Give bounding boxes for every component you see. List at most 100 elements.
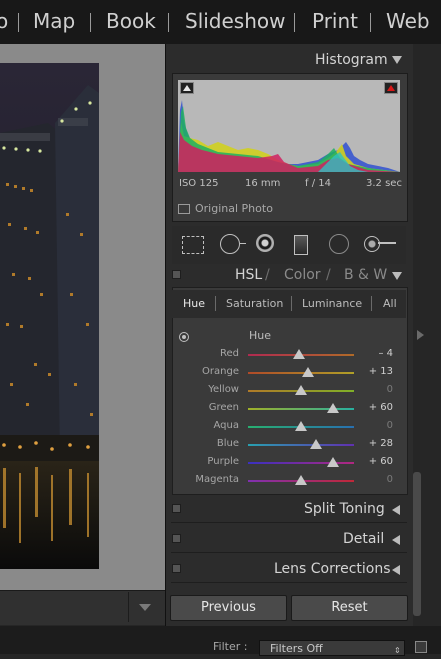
hue-slider-thumb-blue[interactable] xyxy=(309,439,322,449)
slider-label: Green xyxy=(208,402,239,413)
module-separator xyxy=(18,13,19,32)
hsl-tab[interactable]: HSL xyxy=(235,267,262,283)
photo-preview-area xyxy=(0,44,165,590)
detail-header[interactable]: Detail xyxy=(168,526,411,554)
expand-triangle-icon[interactable] xyxy=(392,565,400,575)
crop-overlay-icon[interactable] xyxy=(182,236,204,254)
graduated-filter-icon[interactable] xyxy=(294,235,308,255)
spot-removal-icon[interactable] xyxy=(220,234,246,254)
slider-value[interactable]: 0 xyxy=(348,420,393,431)
hue-slider-thumb-aqua[interactable] xyxy=(295,421,307,431)
hue-slider-thumb-orange[interactable] xyxy=(301,367,314,377)
expand-triangle-icon[interactable] xyxy=(392,535,400,545)
bw-tab[interactable]: B & W xyxy=(344,267,387,283)
tab-separator xyxy=(371,296,372,311)
color-tab[interactable]: Color xyxy=(284,267,321,283)
hue-slider-thumb-green[interactable] xyxy=(326,403,339,413)
slider-value[interactable]: + 28 xyxy=(348,438,393,449)
expand-panel-arrow-icon[interactable] xyxy=(417,330,424,340)
panel-toggle-icon[interactable] xyxy=(172,270,181,279)
panel-toggle-icon[interactable] xyxy=(172,504,181,513)
histogram-graph xyxy=(178,80,400,172)
hue-slider-track-blue[interactable] xyxy=(248,444,354,446)
histogram-title[interactable]: Histogram xyxy=(315,52,388,68)
tab-separator xyxy=(215,296,216,311)
filter-label: Filter : xyxy=(213,640,248,653)
slider-value[interactable]: + 13 xyxy=(348,366,393,377)
focal-length: 16 mm xyxy=(245,178,281,189)
module-slideshow[interactable]: Slideshow xyxy=(185,9,286,33)
module-separator xyxy=(370,13,371,32)
slider-label: Yellow xyxy=(208,384,239,395)
shadow-clipping-icon xyxy=(183,85,191,91)
radial-filter-icon[interactable] xyxy=(329,234,349,254)
tab-separator xyxy=(291,296,292,311)
reset-button[interactable]: Reset xyxy=(291,595,408,621)
header-slash: / xyxy=(265,267,270,283)
aperture-value: f / 14 xyxy=(305,178,331,189)
hue-slider-thumb-purple[interactable] xyxy=(326,457,339,467)
hue-slider-thumb-yellow[interactable] xyxy=(295,385,307,395)
module-print[interactable]: Print xyxy=(312,9,358,33)
module-separator xyxy=(90,13,91,32)
filter-value: Filters Off xyxy=(270,642,323,655)
slider-value[interactable]: + 60 xyxy=(348,456,393,467)
hue-slider-thumb-magenta[interactable] xyxy=(295,475,307,485)
module-book[interactable]: Book xyxy=(106,9,156,33)
original-photo-checkbox[interactable] xyxy=(178,204,190,214)
module-develop-cut[interactable]: o xyxy=(0,9,8,33)
slider-label: Red xyxy=(220,348,239,359)
slider-label: Purple xyxy=(207,456,239,467)
panel-divider xyxy=(171,582,407,583)
split-toning-header[interactable]: Split Toning xyxy=(168,496,411,524)
module-web[interactable]: Web xyxy=(386,9,430,33)
targeted-adjustment-icon[interactable] xyxy=(179,332,189,342)
target-dot xyxy=(182,335,186,339)
city-night-photo xyxy=(0,63,99,569)
filter-lock-icon[interactable] xyxy=(415,641,427,653)
module-separator xyxy=(168,13,169,32)
chevron-down-icon[interactable] xyxy=(139,604,151,611)
tab-luminance[interactable]: Luminance xyxy=(302,297,362,310)
slider-value[interactable]: – 4 xyxy=(348,348,393,359)
split-toning-title: Split Toning xyxy=(304,501,385,517)
lens-corrections-header[interactable]: Lens Corrections xyxy=(168,556,411,584)
previous-button[interactable]: Previous xyxy=(170,595,287,621)
original-photo-label: Original Photo xyxy=(195,202,273,215)
highlight-clipping-button[interactable] xyxy=(384,82,398,94)
detail-title: Detail xyxy=(343,531,385,547)
module-picker: o Map Book Slideshow Print Web xyxy=(0,0,441,44)
expand-triangle-icon[interactable] xyxy=(392,505,400,515)
panel-edge xyxy=(413,44,441,626)
spot-removal-arrow xyxy=(240,243,246,244)
panel-toggle-icon[interactable] xyxy=(172,534,181,543)
module-separator xyxy=(294,13,295,32)
shadow-clipping-button[interactable] xyxy=(180,82,194,94)
histogram-plot xyxy=(178,100,400,172)
photo-preview[interactable] xyxy=(0,63,99,569)
collapse-triangle-icon[interactable] xyxy=(392,56,402,64)
header-slash: / xyxy=(326,267,331,283)
tab-saturation[interactable]: Saturation xyxy=(226,297,283,310)
slider-value[interactable]: + 60 xyxy=(348,402,393,413)
slider-label: Orange xyxy=(202,366,239,377)
hue-slider-thumb-red[interactable] xyxy=(292,349,305,359)
toolbar-divider xyxy=(128,592,129,622)
select-arrows-icon: ⇕ xyxy=(394,646,401,655)
shutter-speed: 3.2 sec xyxy=(366,178,402,189)
slider-value[interactable]: 0 xyxy=(348,474,393,485)
collapse-triangle-icon[interactable] xyxy=(392,272,402,280)
panel-scrollbar[interactable] xyxy=(413,472,421,616)
hue-section-label: Hue xyxy=(249,329,272,342)
slider-label: Aqua xyxy=(213,420,239,431)
tab-all[interactable]: All xyxy=(383,297,397,310)
iso-value: ISO 125 xyxy=(179,178,219,189)
red-eye-icon[interactable] xyxy=(256,234,274,252)
module-map[interactable]: Map xyxy=(33,9,75,33)
lens-corrections-title: Lens Corrections xyxy=(274,561,391,577)
slider-value[interactable]: 0 xyxy=(348,384,393,395)
adjustment-brush-icon[interactable] xyxy=(364,236,380,252)
tab-hue[interactable]: Hue xyxy=(183,297,205,310)
panel-divider xyxy=(171,522,407,523)
panel-toggle-icon[interactable] xyxy=(172,564,181,573)
